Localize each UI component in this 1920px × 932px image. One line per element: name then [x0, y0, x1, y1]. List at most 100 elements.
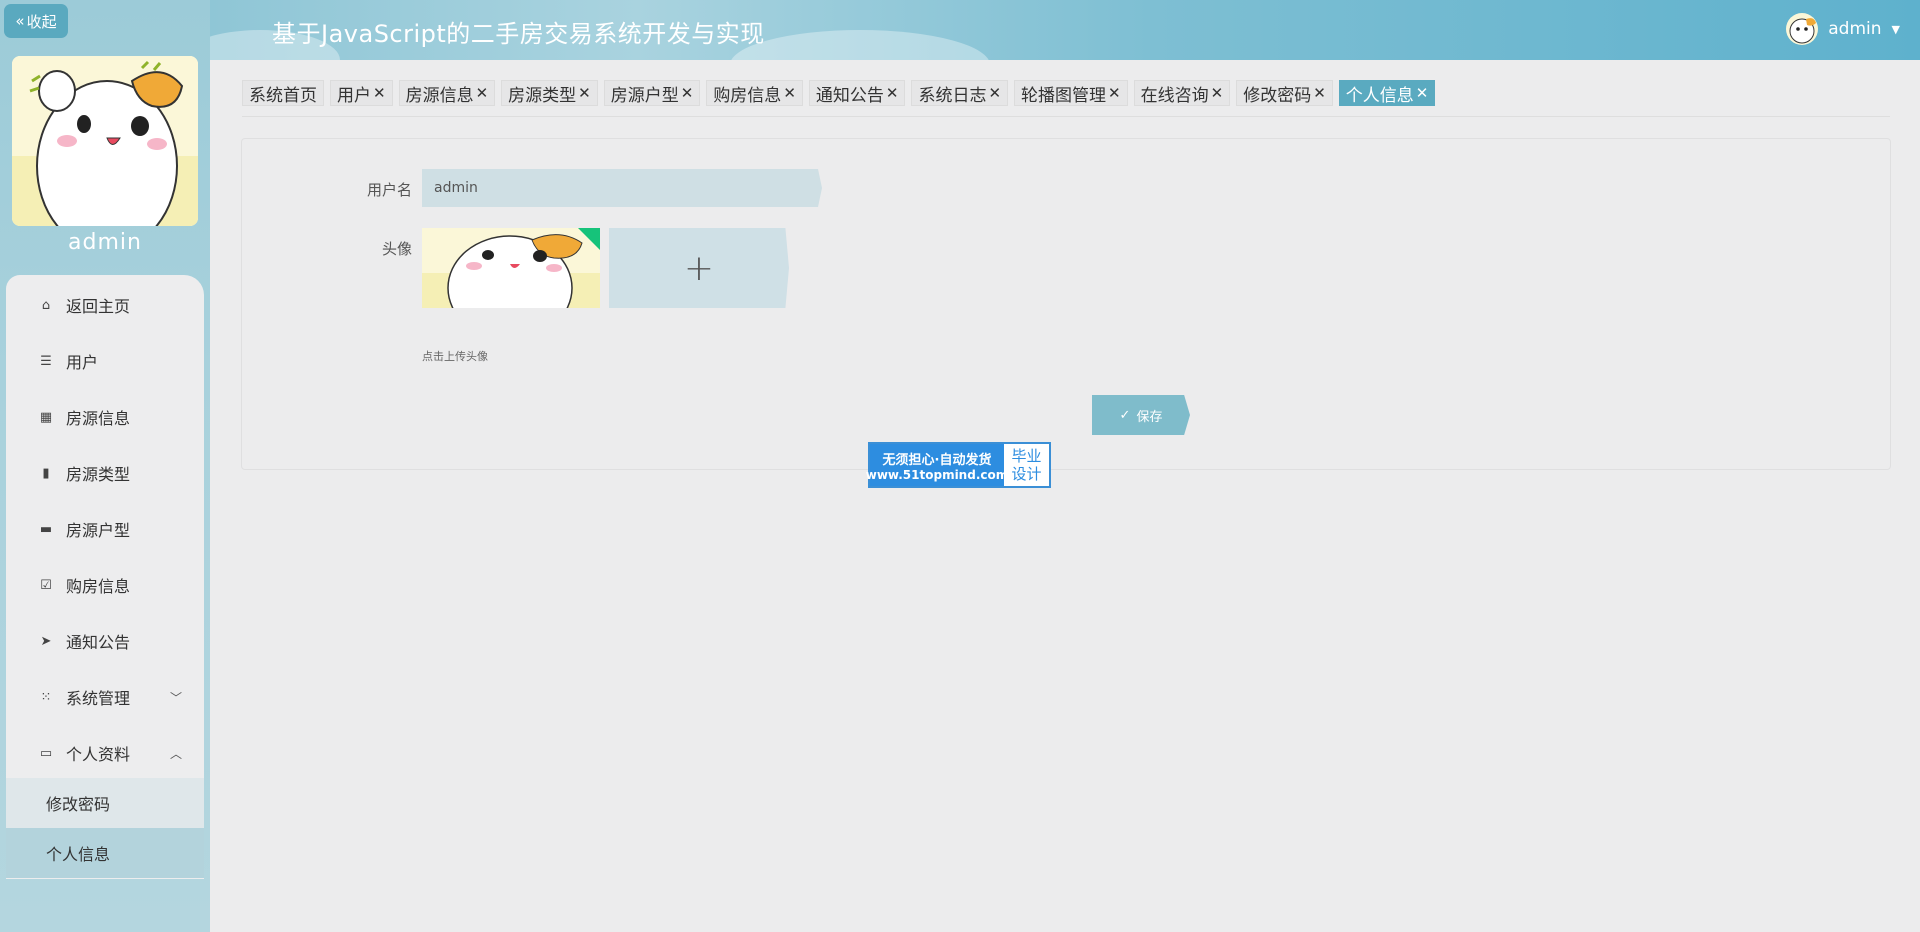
sidebar-item-users[interactable]: ☰ 用户 — [6, 333, 204, 389]
close-icon[interactable]: ✕ — [681, 84, 694, 102]
sidebar-item-profile[interactable]: ▭ 个人资料 ︿ — [6, 725, 204, 781]
watermark-right1: 毕业 — [1011, 447, 1042, 465]
hamster-avatar-image — [12, 56, 198, 226]
caret-down-icon: ▼ — [1891, 22, 1900, 36]
tab-house-layout[interactable]: 房源户型 ✕ — [603, 80, 701, 106]
sidebar-item-house-type[interactable]: ▮ 房源类型 — [6, 445, 204, 501]
chevron-up-icon: ︿ — [169, 746, 182, 761]
tab-home[interactable]: 系统首页 — [242, 80, 324, 106]
watermark-left: 无须担心·自动发货 www.51topmind.com — [866, 444, 1008, 486]
sidebar-item-notice[interactable]: ➤ 通知公告 — [6, 613, 204, 669]
sidebar-item-label: 返回主页 — [66, 297, 131, 316]
hamster-avatar-image — [422, 228, 600, 308]
tab-system-log[interactable]: 系统日志 ✕ — [911, 80, 1009, 106]
save-label: 保存 — [1136, 408, 1163, 424]
sidebar-item-label: 购房信息 — [66, 577, 131, 596]
uploaded-check-corner — [578, 228, 600, 250]
sidebar-item-house-layout[interactable]: ▬ 房源户型 — [6, 501, 204, 557]
user-menu[interactable]: admin ▼ — [1786, 13, 1900, 45]
sidebar-item-label: 用户 — [66, 353, 99, 372]
username-label: 用户名 — [366, 181, 412, 199]
sidebar-subitem-label: 个人信息 — [46, 845, 111, 864]
sidebar-item-label: 个人资料 — [66, 745, 131, 764]
grid-icon: ▦ — [39, 409, 53, 425]
tab-personal-info[interactable]: 个人信息 ✕ — [1338, 80, 1436, 106]
close-icon[interactable]: ✕ — [783, 84, 796, 102]
home-icon: ⌂ — [41, 297, 51, 313]
tab-label: 个人信息 — [1345, 85, 1414, 106]
tab-label: 购房信息 — [713, 85, 782, 106]
plus-icon: + — [683, 247, 715, 289]
collapse-button[interactable]: « 收起 — [4, 4, 68, 38]
apps-icon: ⁙ — [40, 689, 52, 705]
avatar-preview[interactable] — [422, 228, 600, 308]
tab-house-info[interactable]: 房源信息 ✕ — [398, 80, 496, 106]
printer-icon: ▬ — [39, 521, 53, 537]
sidebar-subitem-change-password[interactable]: 修改密码 — [6, 778, 204, 828]
sidebar-subitem-label: 修改密码 — [46, 795, 111, 814]
sidebar-subitem-personal-info[interactable]: 个人信息 — [6, 828, 204, 878]
sidebar-item-label: 房源户型 — [66, 521, 131, 540]
sidebar-user-name: admin — [68, 230, 142, 255]
header-user-name: admin — [1828, 19, 1882, 39]
list-icon: ☰ — [40, 353, 52, 369]
close-icon[interactable]: ✕ — [886, 84, 899, 102]
tab-carousel[interactable]: 轮播图管理 ✕ — [1014, 80, 1128, 106]
sidebar-avatar — [12, 56, 198, 226]
tab-label: 在线咨询 — [1140, 85, 1209, 106]
tab-divider — [242, 116, 1890, 117]
sidebar-item-house-info[interactable]: ▦ 房源信息 — [6, 389, 204, 445]
tab-consult[interactable]: 在线咨询 ✕ — [1133, 80, 1231, 106]
watermark-right: 毕业 设计 — [1004, 444, 1049, 486]
close-icon[interactable]: ✕ — [578, 84, 591, 102]
sidebar: « 收起 admin ⌂ 返回主页 ☰ 用户 ▦ 房源信息 ▮ 房源类型 ▬ 房… — [0, 0, 210, 932]
avatar-label: 头像 — [381, 240, 412, 258]
watermark-line2: www.51topmind.com — [865, 467, 1009, 482]
profile-form-card: 用户名 头像 + 点击上传头像 ✓ 保存 — [241, 138, 1891, 470]
close-icon[interactable]: ✕ — [476, 84, 489, 102]
avatar — [1786, 13, 1819, 45]
wallet-icon: ▭ — [39, 745, 53, 761]
sidebar-item-label: 房源信息 — [66, 409, 131, 428]
sidebar-item-label: 房源类型 — [66, 465, 131, 484]
tab-notice[interactable]: 通知公告 ✕ — [808, 80, 906, 106]
sidebar-item-home[interactable]: ⌂ 返回主页 — [6, 277, 204, 333]
tab-house-type[interactable]: 房源类型 ✕ — [501, 80, 598, 106]
tab-label: 房源户型 — [610, 85, 679, 106]
close-icon[interactable]: ✕ — [988, 84, 1001, 102]
sidebar-item-purchase-info[interactable]: ☑ 购房信息 — [6, 557, 204, 613]
collapse-label: 收起 — [26, 12, 57, 31]
sidebar-item-label: 系统管理 — [66, 689, 131, 708]
close-icon[interactable]: ✕ — [373, 84, 386, 102]
app-title: 基于JavaScript的二手房交易系统开发与实现 — [272, 20, 765, 48]
tab-label: 修改密码 — [1243, 85, 1312, 106]
send-icon: ➤ — [40, 633, 52, 649]
tab-label: 系统日志 — [918, 85, 987, 106]
watermark-badge: 无须担心·自动发货 www.51topmind.com 毕业 设计 — [866, 442, 1051, 488]
tab-change-password[interactable]: 修改密码 ✕ — [1236, 80, 1333, 106]
chevron-down-icon: ﹀ — [169, 690, 182, 705]
clipboard-check-icon: ☑ — [40, 577, 52, 593]
upload-hint: 点击上传头像 — [422, 350, 488, 363]
close-icon[interactable]: ✕ — [1211, 84, 1224, 102]
close-icon[interactable]: ✕ — [1416, 84, 1429, 102]
sidebar-item-system[interactable]: ⁙ 系统管理 ﹀ — [6, 669, 204, 725]
avatar-upload-button[interactable]: + — [609, 228, 789, 308]
username-field[interactable] — [422, 169, 822, 207]
check-icon: ✓ — [1119, 407, 1131, 422]
tab-bar: 系统首页 用户 ✕ 房源信息 ✕ 房源类型 ✕ 房源户型 ✕ 购房信息 ✕ 通知公告 ✕ 系… — [242, 80, 1436, 106]
watermark-line1: 无须担心·自动发货 — [882, 452, 992, 468]
close-icon[interactable]: ✕ — [1108, 84, 1121, 102]
close-icon[interactable]: ✕ — [1313, 84, 1326, 102]
tab-label: 房源类型 — [508, 85, 577, 106]
tab-users[interactable]: 用户 ✕ — [330, 80, 393, 106]
watermark-right2: 设计 — [1011, 465, 1042, 483]
tab-label: 房源信息 — [405, 85, 474, 106]
save-button[interactable]: ✓ 保存 — [1092, 395, 1190, 435]
tab-label: 轮播图管理 — [1021, 85, 1107, 106]
tab-label: 系统首页 — [249, 85, 317, 106]
tab-purchase-info[interactable]: 购房信息 ✕ — [706, 80, 803, 106]
tab-label: 通知公告 — [815, 85, 884, 106]
double-chevron-left-icon: « — [15, 12, 25, 30]
hamster-avatar-image — [1789, 18, 1817, 44]
